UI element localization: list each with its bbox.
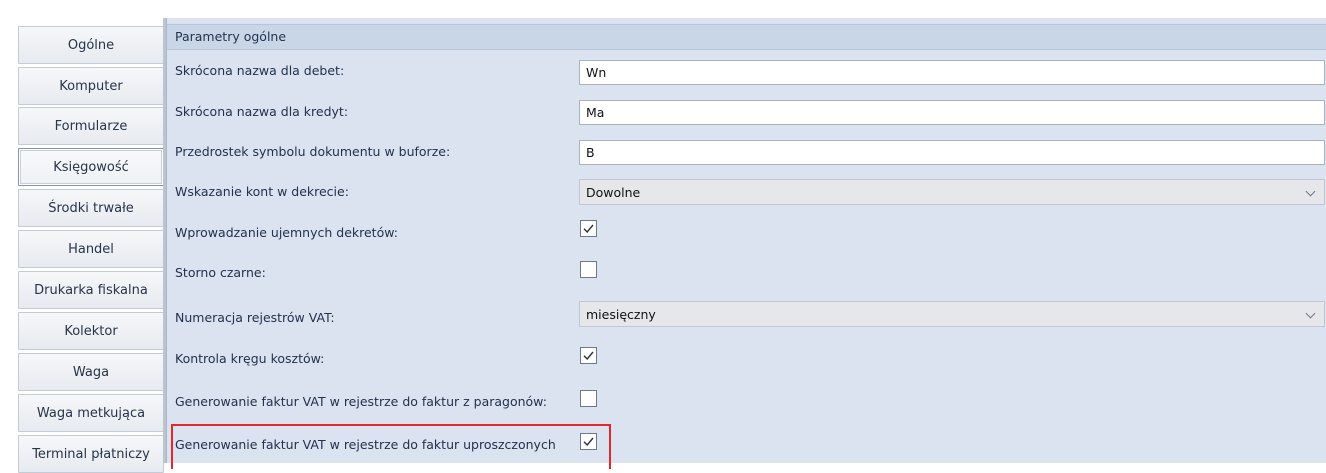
nav-item-label: Waga <box>72 364 110 380</box>
chevron-down-icon <box>1305 308 1316 319</box>
nav-item-ksiegowosc[interactable]: Księgowość <box>18 148 164 186</box>
nav-item-label: Handel <box>68 241 114 257</box>
vat-numbering-select[interactable]: miesięczny <box>579 301 1325 327</box>
nav-item-label: Księgowość <box>53 159 129 175</box>
nav-item-handel[interactable]: Handel <box>18 230 164 268</box>
nav-item-formularze[interactable]: Formularze <box>18 107 164 145</box>
checkmark-icon <box>583 437 594 447</box>
negative-entries-label: Wprowadzanie ujemnych dekretów: <box>175 225 398 240</box>
select-value: miesięczny <box>586 307 656 322</box>
nav-item-label: Formularze <box>54 118 128 134</box>
select-value: Dowolne <box>586 185 641 200</box>
checkmark-icon <box>583 224 594 234</box>
settings-panel: Parametry ogólne Skrócona nazwa dla debe… <box>166 18 1326 469</box>
nav-item-label: Środki trwałe <box>48 200 134 216</box>
nav-item-drukarka-fiskalna[interactable]: Drukarka fiskalna <box>18 271 164 309</box>
nav-item-srodki-trwale[interactable]: Środki trwałe <box>18 189 164 227</box>
vat-from-receipts-checkbox[interactable] <box>580 390 597 407</box>
buffer-prefix-input[interactable]: B <box>579 140 1325 165</box>
vat-simplified-label: Generowanie faktur VAT w rejestrze do fa… <box>175 437 556 452</box>
cost-circle-control-label: Kontrola kręgu kosztów: <box>175 351 325 366</box>
group-title: Parametry ogólne <box>175 29 287 44</box>
credit-short-name-label: Skrócona nazwa dla kredyt: <box>175 104 349 119</box>
buffer-prefix-label: Przedrostek symbolu dokumentu w buforze: <box>175 144 451 159</box>
chevron-down-icon <box>1305 186 1316 197</box>
nav-item-label: Waga metkująca <box>36 405 146 421</box>
nav-item-kolektor[interactable]: Kolektor <box>18 312 164 350</box>
vat-from-receipts-label: Generowanie faktur VAT w rejestrze do fa… <box>175 394 547 409</box>
settings-nav: Ogólne Komputer Formularze Księgowość Śr… <box>0 0 166 473</box>
nav-item-label: Drukarka fiskalna <box>34 282 148 298</box>
group-header: Parametry ogólne <box>167 24 1326 50</box>
nav-item-label: Kolektor <box>64 323 118 339</box>
checkmark-icon <box>583 351 594 361</box>
vat-simplified-checkbox[interactable] <box>580 433 597 450</box>
nav-item-label: Ogólne <box>67 37 115 53</box>
nav-item-waga[interactable]: Waga <box>18 353 164 391</box>
storno-czarne-label: Storno czarne: <box>175 265 266 280</box>
debit-short-name-label: Skrócona nazwa dla debet: <box>175 63 345 78</box>
nav-item-terminal-platniczy[interactable]: Terminal płatniczy <box>18 435 164 473</box>
nav-item-label: Komputer <box>59 78 123 94</box>
nav-item-komputer[interactable]: Komputer <box>18 67 164 105</box>
cost-circle-control-checkbox[interactable] <box>580 347 597 364</box>
nav-item-label: Terminal płatniczy <box>32 446 150 462</box>
nav-item-ogolne[interactable]: Ogólne <box>18 26 164 64</box>
settings-window: Ogólne Komputer Formularze Księgowość Śr… <box>0 0 1326 473</box>
debit-short-name-input[interactable]: Wn <box>579 60 1325 85</box>
accounts-indication-select[interactable]: Dowolne <box>579 179 1325 205</box>
storno-czarne-checkbox[interactable] <box>580 261 597 278</box>
negative-entries-checkbox[interactable] <box>580 220 597 237</box>
vat-numbering-label: Numeracja rejestrów VAT: <box>175 310 335 325</box>
credit-short-name-input[interactable]: Ma <box>579 100 1325 125</box>
accounts-indication-label: Wskazanie kont w dekrecie: <box>175 184 349 199</box>
nav-item-waga-metkujaca[interactable]: Waga metkująca <box>18 394 164 432</box>
